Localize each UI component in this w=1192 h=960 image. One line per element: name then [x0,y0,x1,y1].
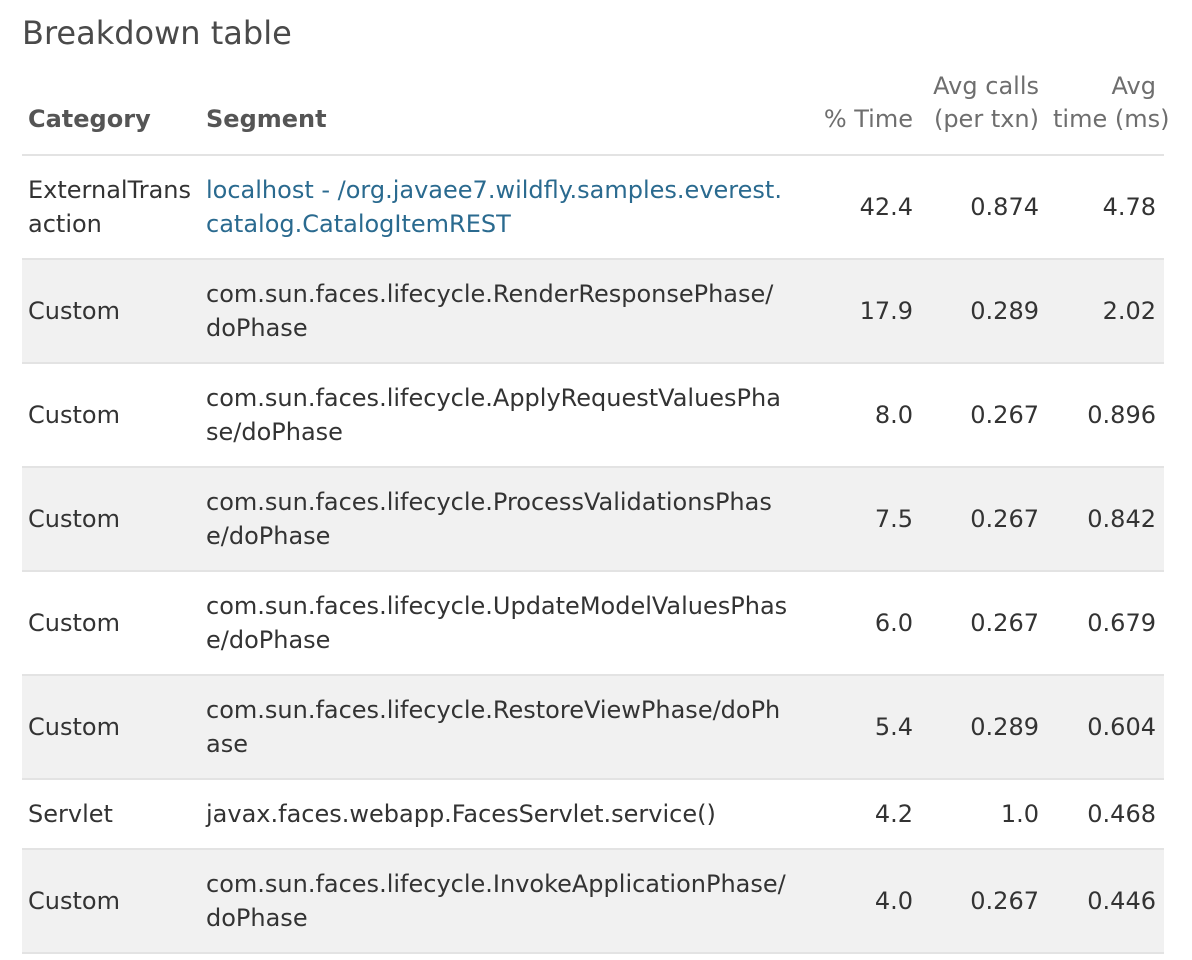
breakdown-table: Category Segment % Time Avg calls (per t… [22,70,1170,954]
cell-pct-time: 42.4 [800,155,921,260]
cell-segment: com.sun.faces.lifecycle.ProcessValidatio… [200,467,800,572]
column-header-avg-time[interactable]: Avg time (ms) [1047,70,1170,156]
table-row: Custom com.sun.faces.lifecycle.RestoreVie… [22,675,1164,780]
cell-pct-time: 7.5 [800,467,921,572]
cell-avg-calls: 0.874 [921,155,1047,260]
cell-segment: com.sun.faces.lifecycle.ApplyRequestValu… [200,363,800,468]
table-row: Custom com.sun.faces.lifecycle.RenderResp… [22,259,1164,364]
segment-link[interactable]: localhost - /org.javaee7.wildfly.samples… [206,176,782,238]
cell-avg-calls: 0.267 [921,571,1047,676]
cell-category: Custom [22,259,200,364]
page-title: Breakdown table [22,14,292,52]
cell-avg-time: 0.679 [1047,571,1164,676]
cell-segment: com.sun.faces.lifecycle.RenderResponsePh… [200,259,800,364]
table-body: ExternalTrans action localhost - /org.jav… [22,155,1164,954]
table-row: Custom com.sun.faces.lifecycle.UpdateMode… [22,571,1164,676]
cell-pct-time: 5.4 [800,675,921,780]
table-row: Custom com.sun.faces.lifecycle.ProcessVal… [22,467,1164,572]
cell-avg-calls: 0.267 [921,467,1047,572]
cell-avg-time: 0.842 [1047,467,1164,572]
cell-pct-time: 4.0 [800,849,921,954]
cell-category: Servlet [22,779,200,850]
cell-segment: com.sun.faces.lifecycle.RestoreViewPhase… [200,675,800,780]
column-header-avg-calls[interactable]: Avg calls (per txn) [921,70,1047,156]
column-header-avg-time-line2: time (ms) [1053,105,1170,133]
table-row: ExternalTrans action localhost - /org.jav… [22,155,1164,260]
cell-category: Custom [22,467,200,572]
cell-avg-calls: 1.0 [921,779,1047,850]
cell-avg-time: 0.446 [1047,849,1164,954]
column-header-pct-time-label: % Time [823,105,913,133]
cell-pct-time: 17.9 [800,259,921,364]
cell-category: Custom [22,675,200,780]
breakdown-page: Breakdown table Category Segment % Time … [0,0,1192,960]
column-header-category[interactable]: Category [22,70,200,156]
column-header-pct-time[interactable]: % Time [800,70,921,156]
cell-avg-calls: 0.267 [921,849,1047,954]
cell-category: Custom [22,363,200,468]
column-header-avg-calls-line1: Avg calls [933,72,1039,100]
cell-category: Custom [22,571,200,676]
column-header-category-label: Category [28,105,151,133]
table-header-row: Category Segment % Time Avg calls (per t… [22,70,1170,156]
cell-pct-time: 4.2 [800,779,921,850]
cell-segment: com.sun.faces.lifecycle.UpdateModelValue… [200,571,800,676]
table-row: Custom com.sun.faces.lifecycle.InvokeAppl… [22,849,1164,954]
cell-avg-time: 4.78 [1047,155,1164,260]
cell-segment: com.sun.faces.lifecycle.InvokeApplicatio… [200,849,800,954]
cell-segment: localhost - /org.javaee7.wildfly.samples… [200,155,800,260]
cell-avg-calls: 0.267 [921,363,1047,468]
cell-pct-time: 6.0 [800,571,921,676]
cell-avg-time: 0.604 [1047,675,1164,780]
cell-segment: javax.faces.webapp.FacesServlet.service(… [200,779,800,850]
cell-avg-time: 0.468 [1047,779,1164,850]
cell-avg-calls: 0.289 [921,675,1047,780]
cell-category: Custom [22,849,200,954]
column-header-segment-label: Segment [206,105,327,133]
cell-category: ExternalTrans action [22,155,200,260]
column-header-segment[interactable]: Segment [200,70,800,156]
cell-avg-calls: 0.289 [921,259,1047,364]
table-row: Custom com.sun.faces.lifecycle.ApplyReque… [22,363,1164,468]
column-header-avg-time-line1: Avg [1111,72,1156,100]
column-header-avg-calls-line2: (per txn) [933,105,1039,133]
cell-avg-time: 0.896 [1047,363,1164,468]
table-row: Servlet javax.faces.webapp.FacesServlet.s… [22,779,1164,850]
cell-pct-time: 8.0 [800,363,921,468]
cell-avg-time: 2.02 [1047,259,1164,364]
